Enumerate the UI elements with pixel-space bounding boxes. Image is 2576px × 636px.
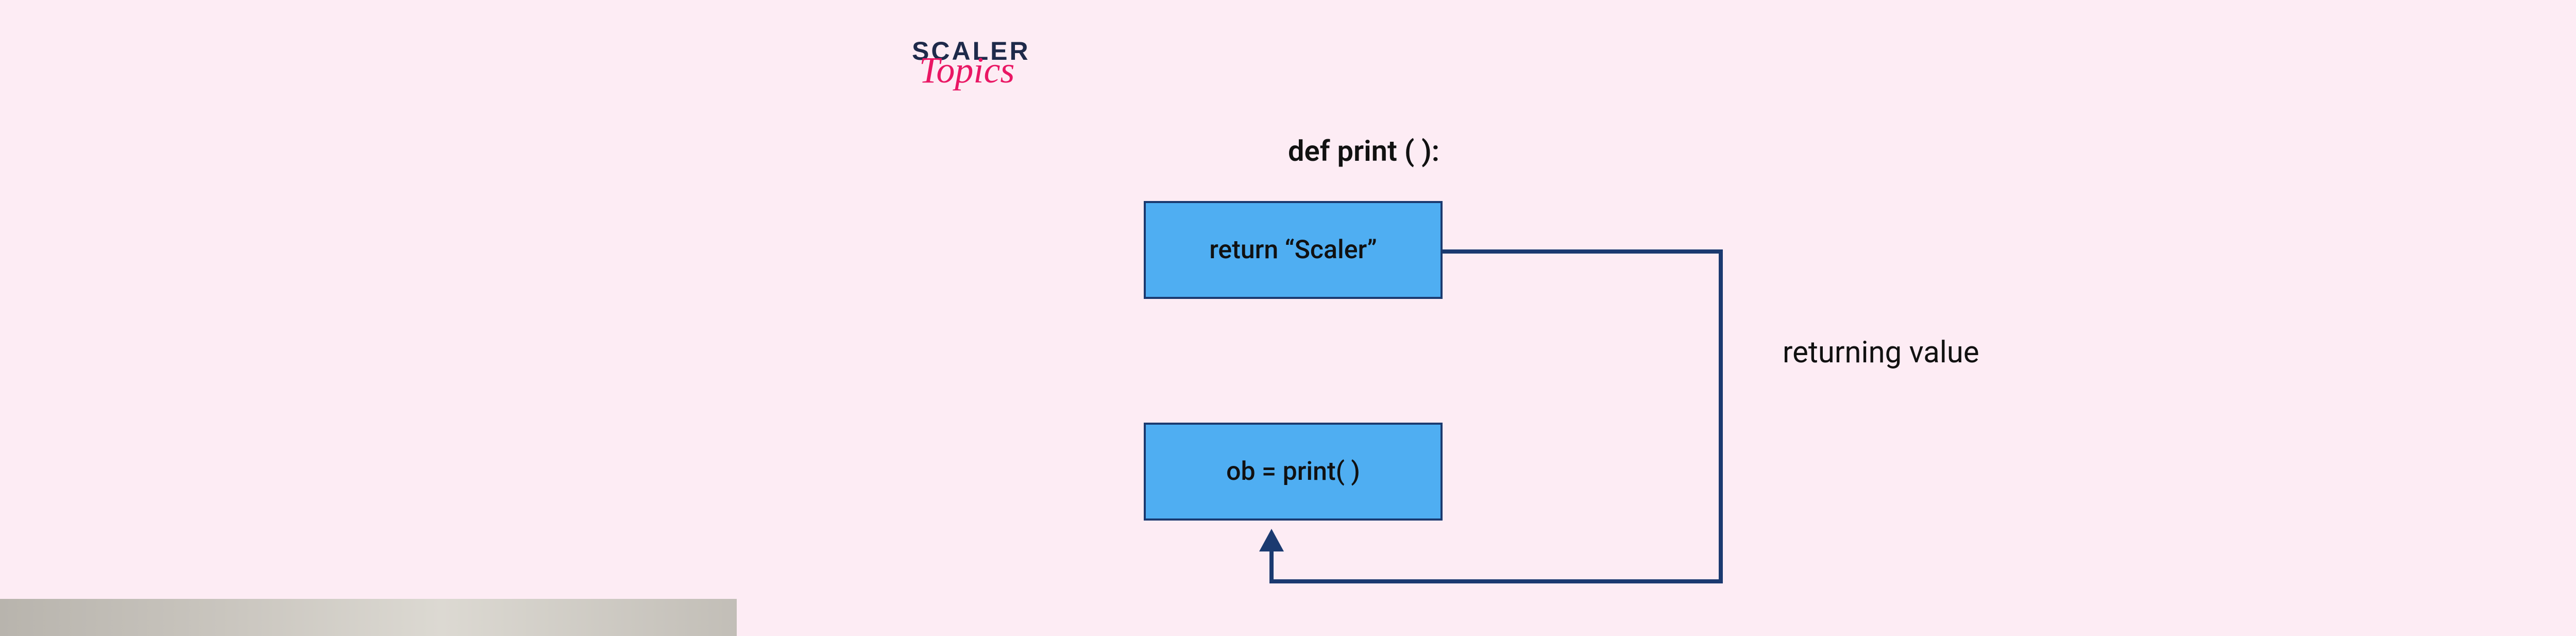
arrow-head-icon: [1259, 529, 1284, 551]
logo-text-topics: Topics: [919, 56, 1056, 86]
return-statement-box: return “Scaler”: [1144, 201, 1443, 299]
scaler-topics-logo: SCALER Topics: [912, 36, 1056, 86]
arrow-segment: [1719, 249, 1723, 582]
return-statement-diagram: def print ( ): return “Scaler” ob = prin…: [1144, 134, 2071, 629]
returning-value-annotation: returning value: [1783, 335, 1979, 370]
function-call-box: ob = print( ): [1144, 423, 1443, 521]
arrow-segment: [1269, 546, 1274, 583]
arrow-segment: [1442, 249, 1722, 254]
function-definition-label: def print ( ):: [1288, 134, 1439, 168]
arrow-segment: [1270, 579, 1723, 583]
decorative-strip: [0, 599, 737, 636]
